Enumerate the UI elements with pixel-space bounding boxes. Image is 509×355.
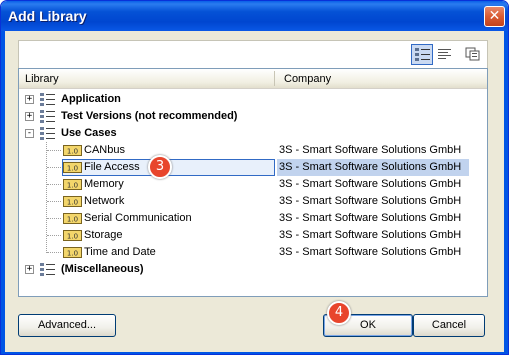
- company-cell: 3S - Smart Software Solutions GmbH: [279, 178, 462, 190]
- tree-item-label: Memory: [84, 178, 124, 190]
- tree-item-label: Time and Date: [84, 246, 156, 258]
- tree-library-row[interactable]: 1.0 CANbus 3S - Smart Software Solutions G…: [19, 142, 487, 159]
- tree-item-label: Use Cases: [61, 127, 117, 139]
- list-view-icon: [438, 49, 451, 59]
- tree-library-row[interactable]: 1.0 Network 3S - Smart Software Solutions …: [19, 193, 487, 210]
- svg-text:1.0: 1.0: [67, 165, 78, 173]
- close-button[interactable]: ✕: [484, 6, 505, 27]
- tree-library-row[interactable]: 1.0 Time and Date 3S - Smart Software Solu…: [19, 244, 487, 261]
- window-frame-left: [1, 31, 5, 354]
- category-icon: [40, 93, 55, 106]
- expand-icon[interactable]: +: [25, 265, 34, 274]
- svg-text:1.0: 1.0: [67, 182, 78, 190]
- category-icon: [40, 127, 55, 140]
- svg-text:1.0: 1.0: [67, 250, 78, 258]
- tree-item-label: Storage: [84, 229, 123, 241]
- svg-text:1.0: 1.0: [67, 199, 78, 207]
- tree-connector: [47, 252, 61, 253]
- window-frame-right: [504, 31, 508, 354]
- company-cell: 3S - Smart Software Solutions GmbH: [279, 212, 462, 224]
- svg-text:1.0: 1.0: [67, 216, 78, 224]
- dialog-title: Add Library: [8, 8, 87, 24]
- category-icon: [40, 263, 55, 276]
- step-badge-4: 4: [327, 301, 351, 325]
- company-cell: 3S - Smart Software Solutions GmbH: [279, 195, 462, 207]
- tree-category-row[interactable]: + Application: [19, 91, 487, 108]
- column-header-company[interactable]: Company: [284, 73, 331, 85]
- library-icon: 1.0: [63, 230, 82, 241]
- category-icon: [40, 110, 55, 123]
- library-icon: 1.0: [63, 213, 82, 224]
- tree-connector: [47, 201, 61, 202]
- details-icon: [465, 47, 480, 61]
- list-view-button[interactable]: [434, 44, 456, 65]
- cancel-button[interactable]: Cancel: [413, 314, 485, 337]
- library-icon: 1.0: [63, 196, 82, 207]
- title-bar[interactable]: Add Library ✕: [1, 1, 508, 31]
- collapse-icon[interactable]: -: [25, 129, 34, 138]
- step-badge-3: 3: [148, 155, 172, 179]
- tree-header: Library Company: [19, 69, 487, 89]
- library-icon: 1.0: [63, 145, 82, 156]
- tree-item-label: CANbus: [84, 144, 125, 156]
- advanced-button[interactable]: Advanced...: [18, 314, 116, 337]
- tree-library-row[interactable]: 1.0 Serial Communication 3S - Smart Softwa…: [19, 210, 487, 227]
- tree-library-row[interactable]: 1.0 Storage 3S - Smart Software Solutions …: [19, 227, 487, 244]
- library-tree[interactable]: Library Company + Application + Test Versio…: [18, 68, 488, 297]
- category-view-icon: [415, 48, 430, 61]
- tree-connector: [46, 142, 47, 253]
- tree-connector: [47, 184, 61, 185]
- tree-connector: [47, 235, 61, 236]
- expand-icon[interactable]: +: [25, 95, 34, 104]
- tree-connector: [47, 218, 61, 219]
- tree-category-row[interactable]: + Test Versions (not recommended): [19, 108, 487, 125]
- tree-library-row[interactable]: 1.0 File Access 3S - Smart Software Soluti…: [19, 159, 487, 176]
- tree-item-label: (Miscellaneous): [61, 263, 144, 275]
- library-icon: 1.0: [63, 162, 82, 173]
- column-separator[interactable]: [274, 71, 275, 86]
- close-icon: ✕: [488, 8, 501, 24]
- tree-connector: [47, 167, 61, 168]
- category-view-button[interactable]: [411, 44, 433, 65]
- tree-category-row[interactable]: - Use Cases: [19, 125, 487, 142]
- svg-text:1.0: 1.0: [67, 148, 78, 156]
- svg-text:1.0: 1.0: [67, 233, 78, 241]
- tree-item-label: Test Versions (not recommended): [61, 110, 238, 122]
- details-button[interactable]: [462, 44, 484, 65]
- company-cell: 3S - Smart Software Solutions GmbH: [279, 229, 462, 241]
- tree-connector: [47, 150, 61, 151]
- library-icon: 1.0: [63, 179, 82, 190]
- expand-icon[interactable]: +: [25, 112, 34, 121]
- tree-library-row[interactable]: 1.0 Memory 3S - Smart Software Solutions G…: [19, 176, 487, 193]
- tree-item-label: Application: [61, 93, 121, 105]
- company-cell: 3S - Smart Software Solutions GmbH: [279, 161, 462, 173]
- column-header-library[interactable]: Library: [25, 73, 59, 85]
- company-cell: 3S - Smart Software Solutions GmbH: [279, 246, 462, 258]
- company-cell: 3S - Smart Software Solutions GmbH: [279, 144, 462, 156]
- tree-item-label: Serial Communication: [84, 212, 192, 224]
- add-library-dialog: Add Library ✕ Library Company + Applicat…: [0, 0, 509, 355]
- view-toolbar: [18, 40, 488, 68]
- tree-item-label: Network: [84, 195, 125, 207]
- tree-category-row[interactable]: + (Miscellaneous): [19, 261, 487, 278]
- tree-item-label: File Access: [84, 161, 140, 173]
- library-icon: 1.0: [63, 247, 82, 258]
